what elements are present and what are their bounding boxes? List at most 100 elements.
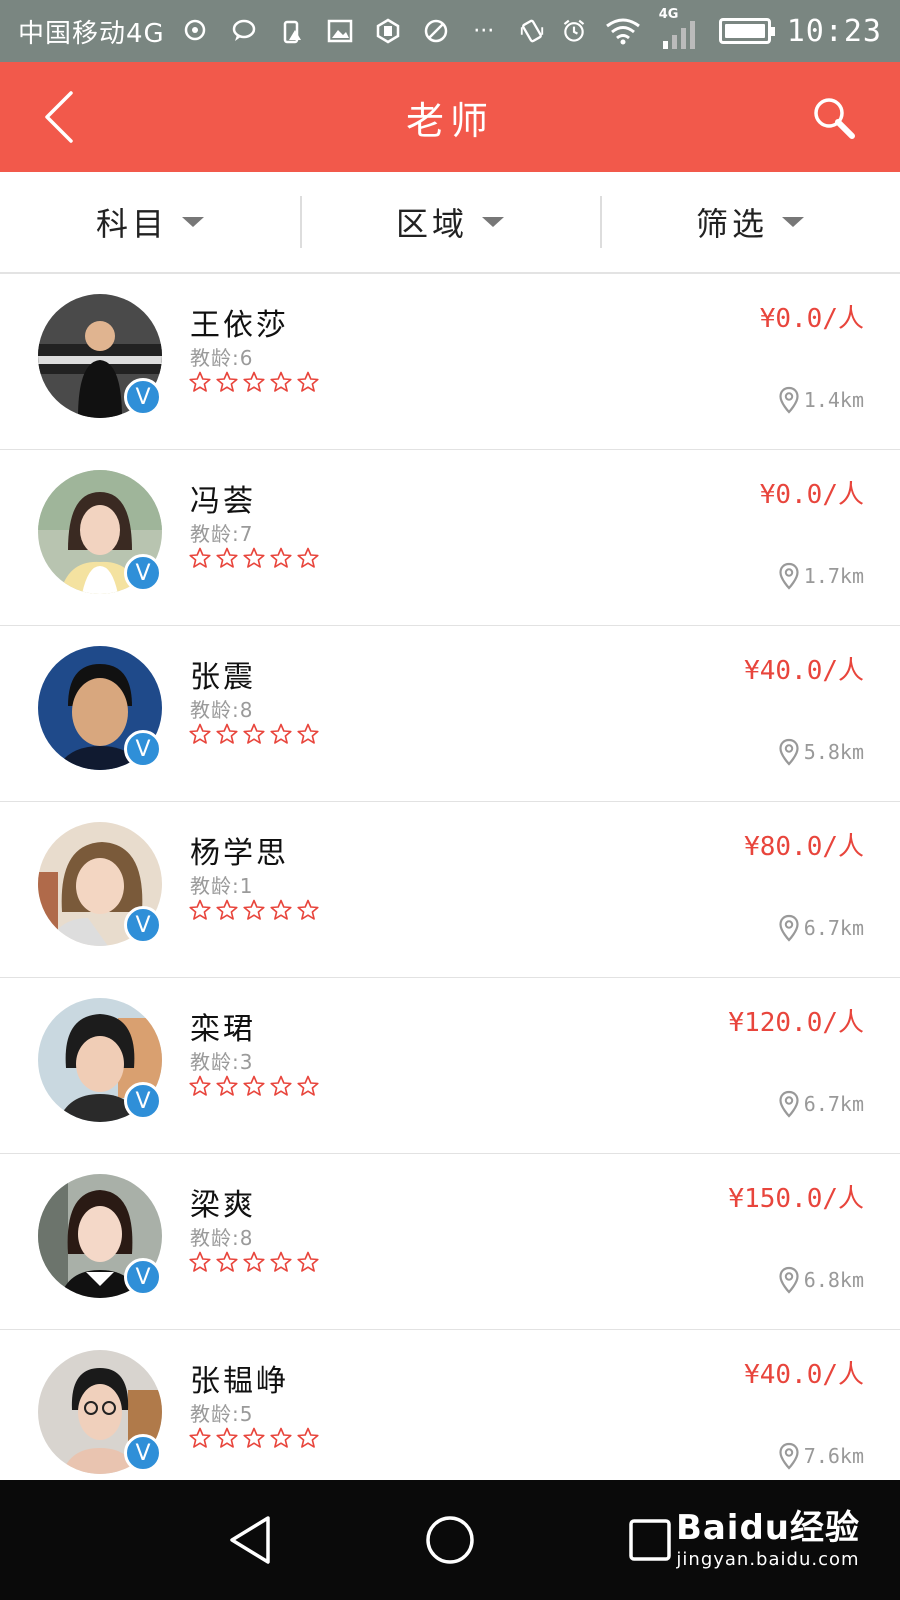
teacher-name: 梁爽 <box>190 1188 256 1223</box>
distance: 7.6km <box>778 1442 864 1470</box>
image-icon <box>327 18 353 44</box>
distance-value: 6.7km <box>803 1092 864 1116</box>
filter-region[interactable]: 区域 <box>300 172 600 272</box>
star-icon <box>188 722 212 746</box>
back-button[interactable] <box>30 88 88 146</box>
teacher-name: 王依莎 <box>190 308 289 343</box>
filter-subject-label: 科目 <box>95 205 168 243</box>
network-type-label: 4G <box>658 7 679 22</box>
star-icon <box>215 370 239 394</box>
price: ¥150.0/人 <box>728 1184 864 1214</box>
hand-icon <box>375 18 401 44</box>
vibrate-icon <box>519 18 545 44</box>
carrier-label: 中国移动4G <box>18 18 165 49</box>
clock: 10:23 <box>786 13 882 49</box>
star-icon <box>296 1426 320 1450</box>
verified-badge: V <box>124 1434 162 1472</box>
location-pin-icon <box>778 1266 800 1294</box>
price: ¥80.0/人 <box>744 832 864 862</box>
battery-icon <box>718 18 775 44</box>
star-icon <box>269 722 293 746</box>
star-icon <box>296 1074 320 1098</box>
circle-home-icon <box>426 1516 474 1564</box>
star-icon <box>269 1074 293 1098</box>
teacher-name: 杨学思 <box>190 836 289 871</box>
teacher-row[interactable]: V 张震 教龄:8 ¥40.0/人 5.8km <box>0 626 900 802</box>
page-title: 老师 <box>405 98 494 143</box>
rating-stars <box>188 898 320 922</box>
filter-subject[interactable]: 科目 <box>0 172 300 272</box>
teaching-years: 教龄:5 <box>190 1402 254 1426</box>
watermark-url: jingyan.baidu.com <box>676 1549 860 1570</box>
location-pin-icon <box>778 1442 800 1470</box>
star-icon <box>188 898 212 922</box>
teacher-name: 张韫峥 <box>190 1364 289 1399</box>
distance-value: 1.7km <box>803 564 864 588</box>
filter-more[interactable]: 筛选 <box>600 172 900 272</box>
distance: 6.8km <box>778 1266 864 1294</box>
distance-value: 6.7km <box>803 916 864 940</box>
star-icon <box>188 1250 212 1274</box>
search-button[interactable] <box>806 90 862 146</box>
price: ¥0.0/人 <box>759 480 864 510</box>
blocked-icon <box>423 18 449 44</box>
rating-stars <box>188 1074 320 1098</box>
star-icon <box>215 898 239 922</box>
teacher-row[interactable]: V 梁爽 教龄:8 ¥150.0/人 6.8km <box>0 1154 900 1330</box>
star-icon <box>215 722 239 746</box>
filter-bar: 科目 区域 筛选 <box>0 172 900 274</box>
star-icon <box>188 1426 212 1450</box>
star-icon <box>215 1250 239 1274</box>
star-icon <box>242 546 266 570</box>
teaching-years: 教龄:1 <box>190 874 254 898</box>
verified-badge: V <box>124 554 162 592</box>
teaching-years: 教龄:3 <box>190 1050 254 1074</box>
rating-stars <box>188 370 320 394</box>
price: ¥40.0/人 <box>744 1360 864 1390</box>
nav-home-button[interactable] <box>420 1510 480 1570</box>
distance: 1.7km <box>778 562 864 590</box>
price: ¥40.0/人 <box>744 656 864 686</box>
rating-stars <box>188 1426 320 1450</box>
star-icon <box>296 546 320 570</box>
verified-badge: V <box>124 906 162 944</box>
location-pin-icon <box>778 1090 800 1118</box>
caret-down-icon <box>182 217 204 227</box>
chevron-left-icon <box>45 91 73 143</box>
caret-down-icon <box>782 217 804 227</box>
star-icon <box>242 1426 266 1450</box>
star-icon <box>188 1074 212 1098</box>
rating-stars <box>188 722 320 746</box>
distance-value: 5.8km <box>803 740 864 764</box>
signal-icon: 4G <box>659 7 703 51</box>
rating-stars <box>188 1250 320 1274</box>
verified-badge: V <box>124 378 162 416</box>
price: ¥120.0/人 <box>728 1008 864 1038</box>
teacher-row[interactable]: V 王依莎 教龄:6 ¥0.0/人 1.4km <box>0 274 900 450</box>
nav-back-button[interactable] <box>220 1510 280 1570</box>
nav-recents-button[interactable] <box>620 1510 680 1570</box>
star-icon <box>269 370 293 394</box>
star-icon <box>215 546 239 570</box>
star-icon <box>242 1074 266 1098</box>
star-icon <box>215 1426 239 1450</box>
star-icon <box>242 370 266 394</box>
notification-icons: ··· <box>183 18 497 44</box>
wifi-icon <box>603 18 643 45</box>
square-recents-icon <box>629 1519 671 1561</box>
teacher-row[interactable]: V 冯荟 教龄:7 ¥0.0/人 1.7km <box>0 450 900 626</box>
teacher-name: 栾珺 <box>190 1012 256 1047</box>
distance: 5.8km <box>778 738 864 766</box>
distance-value: 7.6km <box>803 1444 864 1468</box>
teacher-name: 张震 <box>190 660 256 695</box>
teacher-row[interactable]: V 杨学思 教龄:1 ¥80.0/人 6.7km <box>0 802 900 978</box>
teacher-name: 冯荟 <box>190 484 256 519</box>
teacher-row[interactable]: V 栾珺 教龄:3 ¥120.0/人 6.7km <box>0 978 900 1154</box>
location-pin-icon <box>778 914 800 942</box>
star-icon <box>296 1250 320 1274</box>
star-icon <box>296 722 320 746</box>
star-icon <box>188 546 212 570</box>
distance: 1.4km <box>778 386 864 414</box>
caret-down-icon <box>482 217 504 227</box>
rating-stars <box>188 546 320 570</box>
